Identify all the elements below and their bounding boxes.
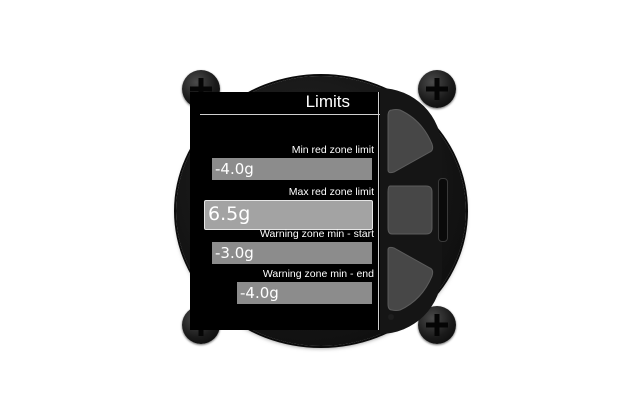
display-screen: Limits Min red zone limit -4.0g Max red … xyxy=(190,92,380,330)
middle-side-button[interactable] xyxy=(386,180,436,240)
max-red-zone-label: Max red zone limit xyxy=(288,186,374,198)
upper-side-button[interactable] xyxy=(386,106,436,176)
side-slot xyxy=(438,178,448,242)
page-title: Limits xyxy=(305,92,350,111)
warning-min-start-label: Warning zone min - start xyxy=(260,228,374,240)
screw-icon xyxy=(418,70,456,108)
screen-edge-line xyxy=(378,92,379,330)
g-meter-instrument: Limits Min red zone limit -4.0g Max red … xyxy=(0,0,640,400)
warning-min-end-label: Warning zone min - end xyxy=(262,268,374,280)
min-red-zone-label: Min red zone limit xyxy=(291,144,374,156)
min-red-zone-value[interactable]: -4.0g xyxy=(212,158,372,180)
warning-min-end-value[interactable]: -4.0g xyxy=(237,282,372,304)
max-red-zone-value[interactable]: 6.5g xyxy=(204,200,373,230)
warning-min-start-value[interactable]: -3.0g xyxy=(212,242,372,264)
title-divider xyxy=(200,114,380,115)
status-dot xyxy=(388,314,394,320)
lower-side-button[interactable] xyxy=(386,244,436,314)
